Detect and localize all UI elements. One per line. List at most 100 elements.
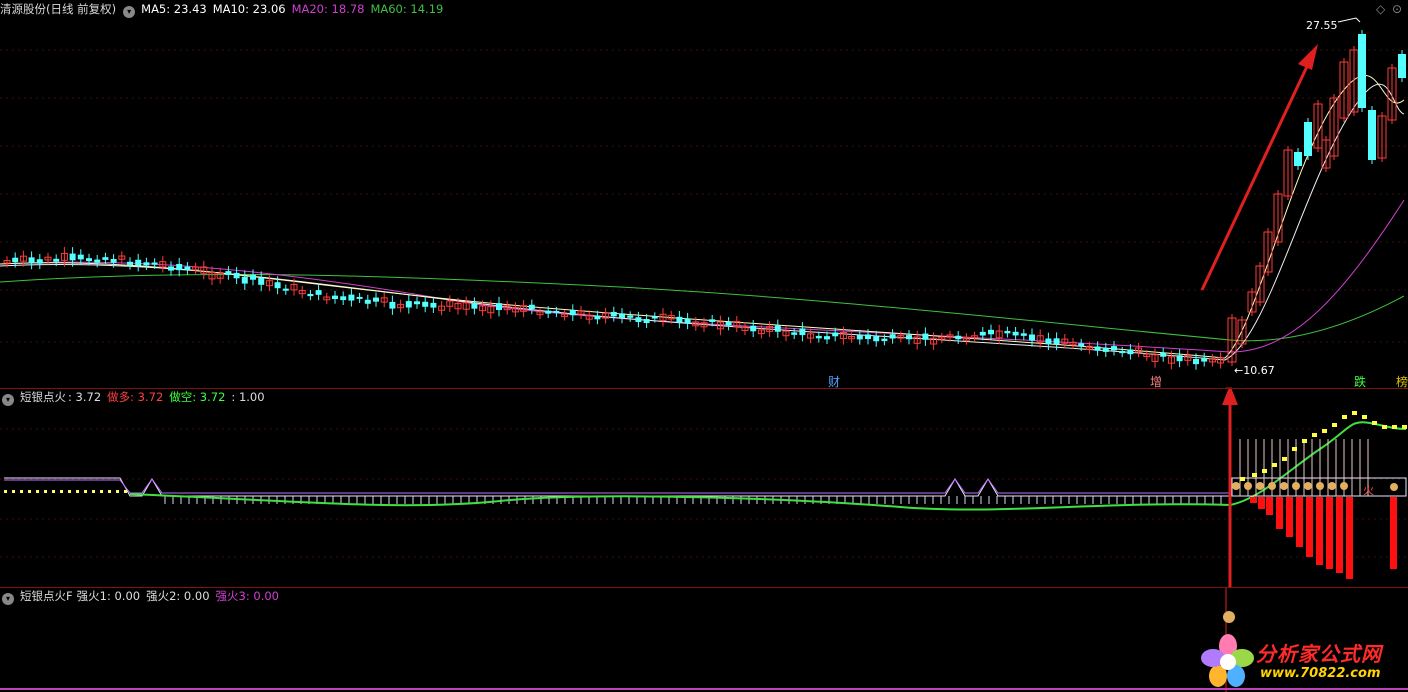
candle-body	[405, 301, 412, 308]
ind1-kong: 做空: 3.72	[169, 390, 226, 404]
dropdown-icon[interactable]: ▾	[2, 394, 14, 406]
ind1-dot	[1382, 425, 1387, 429]
candle-body	[1398, 54, 1406, 78]
candle-body	[414, 301, 420, 305]
coin-icon	[1340, 482, 1348, 490]
candle-body	[241, 276, 248, 284]
candle-body	[750, 325, 757, 332]
candle-body	[430, 302, 437, 308]
candle-body	[1078, 343, 1085, 347]
candle-body	[553, 310, 560, 314]
high-price-label: 27.55	[1306, 19, 1338, 32]
candle-body	[36, 259, 43, 264]
coin-icon	[1316, 482, 1324, 490]
candle-body	[1368, 110, 1376, 160]
target-icon[interactable]: ⊙	[1392, 2, 1402, 16]
candle-body	[873, 336, 880, 342]
candle-body	[496, 303, 502, 310]
dropdown-icon[interactable]: ▾	[123, 6, 136, 18]
candle-body	[799, 328, 806, 336]
candle-body	[151, 262, 158, 265]
candle-body	[1102, 347, 1109, 352]
candle-body	[545, 310, 552, 314]
ma20-line	[0, 199, 1405, 353]
ind1-dot	[1262, 469, 1267, 473]
coin-icon	[1268, 482, 1276, 490]
ma20-label: MA20: 18.78	[291, 2, 365, 16]
ind1-dot	[1342, 415, 1347, 419]
candle-body	[881, 338, 888, 342]
ind1-name: 短银点火	[20, 390, 66, 404]
candle-body	[955, 335, 962, 340]
candle-body	[332, 295, 338, 300]
ind1-red-bar	[1390, 497, 1397, 569]
candle-body	[340, 296, 347, 301]
trend-arrowhead	[1298, 44, 1318, 70]
ind1-dot	[1392, 425, 1397, 429]
ind1-dot	[92, 490, 95, 493]
ma60-label: MA60: 14.19	[370, 2, 444, 16]
ind1-dot	[28, 490, 31, 493]
ma60-line	[0, 273, 1405, 342]
candle-body	[143, 262, 150, 266]
candle-body	[127, 261, 133, 265]
low-price-label: ←10.67	[1234, 364, 1275, 377]
candle-body	[1358, 34, 1366, 108]
ind1-dot	[36, 490, 39, 493]
indicator1-header: ▾ 短银点火: 3.72 做多: 3.72 做空: 3.72: 1.00	[0, 389, 271, 406]
candle-body	[1193, 358, 1199, 365]
candle-body	[635, 317, 642, 322]
coin-icon	[1304, 482, 1312, 490]
candle-body	[889, 334, 896, 339]
candle-body	[1119, 350, 1126, 354]
candle-body	[389, 301, 396, 309]
site-watermark: 分析家公式网 www.70822.com	[1198, 632, 1408, 692]
candle-body	[373, 297, 379, 302]
ind1-red-bar	[1296, 497, 1303, 547]
candle-body	[1304, 122, 1312, 156]
ind1-dot	[1252, 473, 1257, 477]
indicator1-panel[interactable]: ▾ 短银点火: 3.72 做多: 3.72 做空: 3.72: 1.00 火	[0, 389, 1408, 587]
candle-body	[250, 274, 256, 280]
candle-body	[1094, 346, 1101, 351]
price-panel[interactable]: 清源股份(日线 前复权) ▾ MA5: 23.43 MA10: 23.06 MA20: …	[0, 0, 1408, 389]
candle-body	[12, 257, 19, 263]
ind1-dot	[1322, 429, 1327, 433]
diamond-icon[interactable]: ◇	[1376, 2, 1385, 16]
ind1-purple-line	[4, 478, 1230, 494]
coin-icon	[1232, 482, 1240, 490]
ind1-dot	[1282, 457, 1287, 461]
candle-body	[102, 257, 109, 260]
candle-body	[1012, 331, 1019, 336]
ind1-red-bar	[1346, 497, 1353, 579]
candle-body	[94, 259, 101, 263]
candle-body	[684, 318, 691, 324]
candle-body	[1176, 355, 1183, 362]
candle-body	[233, 272, 240, 279]
ind1-red-bar	[1250, 497, 1257, 503]
ind1-dot	[1362, 415, 1367, 419]
candle-body	[184, 266, 191, 270]
candle-body	[988, 329, 994, 335]
indicator2-panel[interactable]: ▾ 短银点火F 强火1: 0.00 强火2: 0.00 强火3: 0.00	[0, 588, 1408, 692]
candle-body	[69, 253, 76, 261]
candle-body	[1020, 333, 1027, 336]
ind1-red-bar	[1258, 497, 1265, 509]
dropdown-icon[interactable]: ▾	[2, 593, 14, 605]
ind1-red-bar	[1316, 497, 1323, 565]
ind2-q2: 强火2: 0.00	[146, 589, 210, 603]
coin-icon	[1244, 482, 1252, 490]
price-chart[interactable]	[0, 0, 1408, 388]
ind1-dot	[1332, 423, 1337, 427]
candle-body	[77, 254, 84, 260]
watermark-url: www.70822.com	[1260, 666, 1381, 681]
candle-body	[1029, 334, 1035, 341]
coin-icon	[1328, 482, 1336, 490]
indicator1-chart[interactable]	[0, 389, 1408, 587]
ind1-value: : 3.72	[68, 390, 102, 404]
candle-body	[865, 334, 871, 340]
candle-body	[906, 335, 912, 340]
ind1-dot	[1302, 439, 1307, 443]
candle-body	[315, 290, 322, 295]
candle-body	[86, 258, 92, 262]
